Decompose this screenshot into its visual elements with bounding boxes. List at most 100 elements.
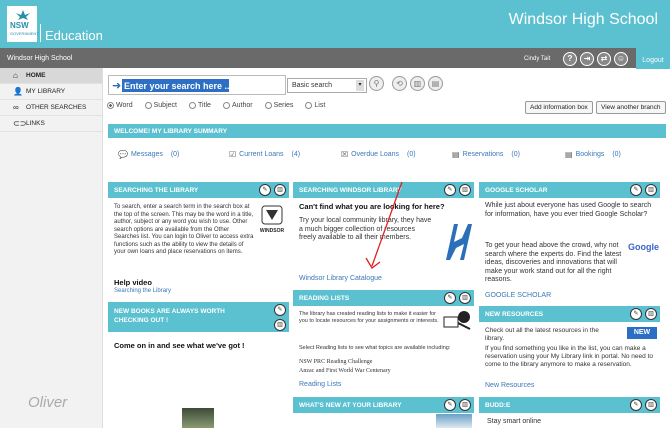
new-badge: NEW [627,327,657,339]
new-resources-link[interactable]: New Resources [485,382,534,390]
edit-icon[interactable]: ✎ [444,292,456,304]
radio-dot[interactable] [305,102,313,109]
exit-icon[interactable]: ⇥ [580,52,594,66]
google-scholar-link[interactable]: GOOGLE SCHOLAR [485,292,551,300]
help-icon[interactable]: ? [563,52,577,66]
link-icon: ⊂⊃ [13,119,27,128]
logout-button[interactable]: Logout [636,45,670,69]
radio-label: Word [116,102,133,109]
radio-subject[interactable]: Subject [144,102,177,109]
chevron-down-icon: ▾ [356,80,364,91]
trash-icon[interactable]: ▥ [459,184,471,196]
radio-dot[interactable] [222,102,230,109]
edit-icon[interactable]: ✎ [630,308,642,320]
trash-icon[interactable]: ▥ [274,184,286,196]
refresh-icon[interactable]: ⟲ [392,76,407,91]
summary-count: (4) [291,151,301,158]
delete-icon[interactable]: ▥ [410,76,425,91]
summary-overdue-loans[interactable]: ☒ Overdue Loans (0) [341,150,416,159]
summary-count: (0) [407,151,416,158]
panel-searching-title: SEARCHING THE LIBRARY ✎ ▥ [108,182,289,198]
summary-label: Overdue Loans [351,151,400,158]
summary-current-loans[interactable]: ☑ Current Loans (4) [229,150,300,159]
help-video-title: Help video [114,278,152,287]
summary-label: Messages [130,151,163,158]
radio-dot[interactable] [188,102,196,109]
panel-title-text: GOOGLE SCHOLAR [485,187,548,194]
header-banner: NSW GOVERNMENT Education Windsor High Sc… [0,0,670,48]
summary-messages[interactable]: 💬 Messages (0) [118,150,179,159]
booking-icon: ▤ [565,150,573,159]
radio-label: Series [273,102,294,109]
radio-title[interactable]: Title [188,102,211,109]
reading-lists-link[interactable]: Reading Lists [299,381,341,389]
sidebar-item-home[interactable]: ⌂ HOME [0,68,102,84]
search-go-icon[interactable]: ⚲ [369,76,384,91]
edit-icon[interactable]: ✎ [630,184,642,196]
sidebar-item-my-library[interactable]: 👤 MY LIBRARY [0,84,102,100]
radio-dot[interactable] [144,102,152,109]
whatsnew-image [436,414,472,428]
radio-list[interactable]: List [305,102,325,109]
sidebar-item-other-searches[interactable]: ∞ OTHER SEARCHES [0,100,102,116]
school-title: Windsor High School [508,11,658,28]
edit-icon[interactable]: ✎ [274,304,286,316]
trash-icon[interactable]: ▥ [645,184,657,196]
panel-searching-body: To search, enter a search term in the se… [114,204,254,255]
search-input[interactable] [122,79,229,92]
radio-author[interactable]: Author [222,102,253,109]
sidebar-item-links[interactable]: ⊂⊃ LINKS [0,116,102,132]
summary-label: Reservations [462,151,504,158]
summary-label: Bookings [575,151,605,158]
edit-icon[interactable]: ✎ [630,399,642,411]
radio-dot[interactable] [107,102,114,109]
sidebar-item-label: MY LIBRARY [26,88,66,95]
reading-list-item: Anzac and First World War Centenary [299,368,391,374]
search-options: Word Subject Title Author Series List [107,102,325,109]
radio-word[interactable]: Word [107,102,133,109]
trash-icon[interactable]: ▥ [459,399,471,411]
panel-scholar-title: GOOGLE SCHOLAR ✎ ▥ [479,182,660,198]
add-information-box-button[interactable]: Add information box [525,101,593,114]
summary-reservations[interactable]: ▤ Reservations (0) [452,150,520,159]
edit-icon[interactable]: ✎ [444,184,456,196]
home-icon: ⌂ [13,71,18,80]
reading-list-item: NSW PRC Reading Challenge [299,359,373,365]
trash-icon[interactable]: ▥ [645,399,657,411]
radio-series[interactable]: Series [264,102,294,109]
search-type-select[interactable]: Basic search ▾ [287,78,367,93]
newbooks-heading: Come on in and see what we've got ! [114,341,245,350]
message-icon: 💬 [118,150,128,159]
summary-bookings[interactable]: ▤ Bookings (0) [565,150,621,159]
radio-label: Title [197,102,211,109]
swap-icon[interactable]: ⇄ [597,52,611,66]
save-icon[interactable]: ▤ [428,76,443,91]
profile-icon[interactable]: ☺ [614,52,628,66]
user-name: Cindy Tait [524,56,551,62]
nsw-government-text: GOVERNMENT [10,31,39,36]
radio-label: Author [231,102,253,109]
arrow-right-icon: ➜ [112,80,122,92]
sidebar: ⌂ HOME 👤 MY LIBRARY ∞ OTHER SEARCHES ⊂⊃ LINK… [0,68,103,428]
panel-title-text: NEW RESOURCES [485,311,544,318]
annotation-arrow-icon [365,181,403,269]
department-title: Education [45,28,103,43]
user-icon: 👤 [13,87,23,96]
trash-icon[interactable]: ▥ [645,308,657,320]
oliver-logo: Oliver [28,394,68,411]
windsor-catalogue-link[interactable]: Windsor Library Catalogue [299,275,382,283]
summary-count: (0) [511,151,520,158]
radio-dot[interactable] [264,102,272,109]
edit-icon[interactable]: ✎ [444,399,456,411]
reading-cartoon-image [442,309,472,331]
trash-icon[interactable]: ▥ [459,292,471,304]
topbar-icons: ? ⇥ ⇄ ☺ [563,52,628,66]
sidebar-item-label: HOME [26,72,46,79]
edit-icon[interactable]: ✎ [259,184,271,196]
view-another-branch-button[interactable]: View another branch [596,101,666,114]
school-name: Windsor High School [7,55,73,62]
header-divider [40,24,41,42]
trash-icon[interactable]: ▥ [274,319,286,331]
searching-library-link[interactable]: Searching the Library [114,288,171,296]
search-box: ➜ [108,75,286,95]
